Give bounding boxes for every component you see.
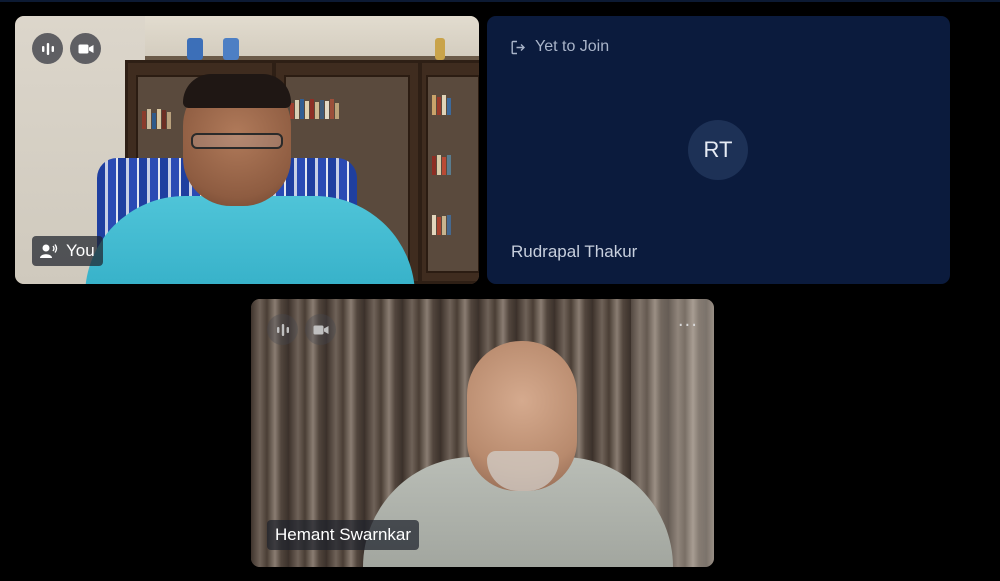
bookshelf-right bbox=[419, 60, 479, 284]
audio-level-button[interactable] bbox=[32, 33, 63, 64]
video-call-stage: You Yet to Join RT Rudrapal Thakur ··· H… bbox=[0, 0, 1000, 581]
shelf-ornament bbox=[435, 38, 445, 60]
video-camera-icon bbox=[78, 44, 93, 53]
participant-tile-hemant[interactable]: ··· Hemant Swarnkar bbox=[251, 299, 714, 567]
participant-name: Hemant Swarnkar bbox=[275, 525, 412, 544]
participant-name: Rudrapal Thakur bbox=[511, 242, 638, 261]
audio-wave-icon bbox=[276, 323, 289, 336]
participant-tile-you[interactable]: You bbox=[15, 16, 479, 284]
person-shirt bbox=[85, 196, 415, 284]
join-status-text: Yet to Join bbox=[535, 38, 610, 55]
name-label-hemant: Hemant Swarnkar bbox=[267, 520, 420, 550]
video-camera-icon bbox=[313, 325, 328, 334]
shelf-ornament bbox=[187, 38, 203, 60]
camera-toggle-button[interactable] bbox=[305, 314, 336, 345]
participant-name: You bbox=[66, 241, 95, 260]
join-status: Yet to Join bbox=[511, 38, 609, 56]
participant-tile-rudrapal[interactable]: Yet to Join RT Rudrapal Thakur bbox=[487, 16, 950, 284]
more-options-button[interactable]: ··· bbox=[678, 317, 698, 335]
exit-door-icon bbox=[511, 40, 525, 54]
avatar-initials: RT bbox=[688, 120, 748, 180]
top-edge-line bbox=[0, 0, 1000, 2]
name-label-you: You bbox=[32, 236, 103, 266]
shelf-ornament bbox=[223, 38, 239, 60]
speaking-person-icon bbox=[40, 244, 58, 258]
camera-toggle-button[interactable] bbox=[70, 33, 101, 64]
eyeglasses bbox=[191, 133, 283, 149]
audio-wave-icon bbox=[41, 42, 54, 55]
audio-level-button[interactable] bbox=[267, 314, 298, 345]
more-dots-icon: ··· bbox=[677, 315, 698, 336]
